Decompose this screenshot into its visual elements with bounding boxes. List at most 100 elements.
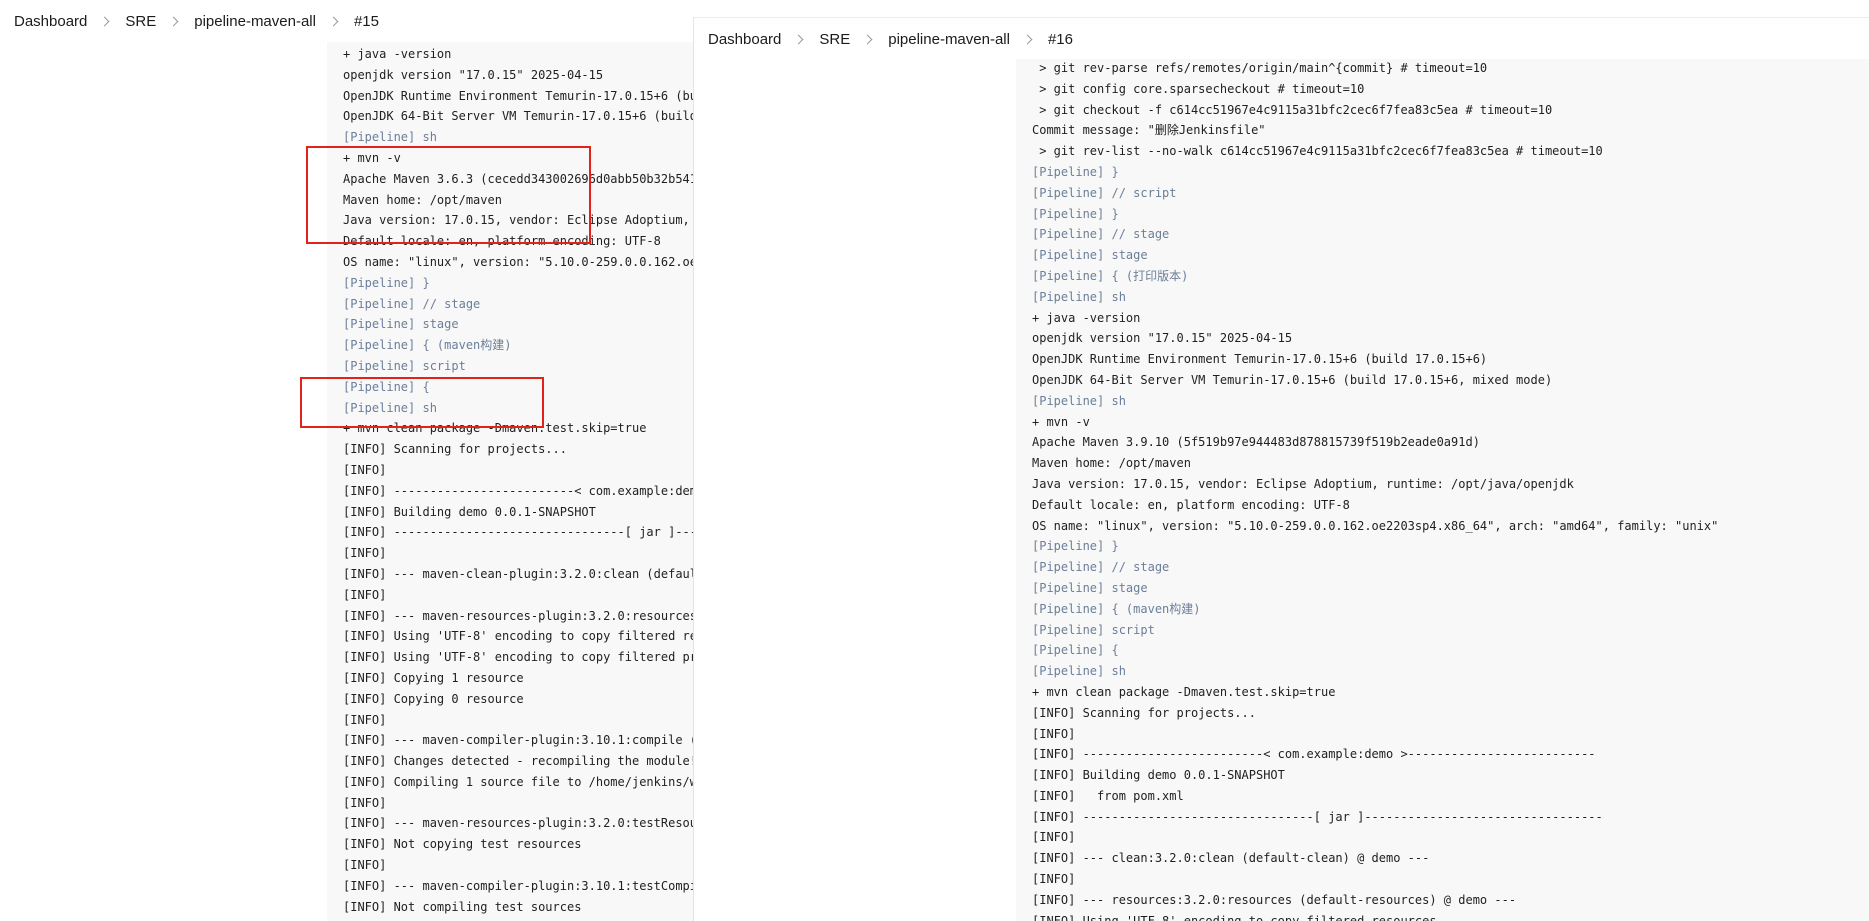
breadcrumb-build-number[interactable]: #16 — [1048, 31, 1073, 48]
console-log-line: > git rev-parse refs/remotes/origin/main… — [1032, 61, 1488, 75]
console-log-line: + mvn -v — [1032, 414, 1090, 429]
build-16-console-window: Dashboard SRE pipeline-maven-all #16 > g… — [693, 17, 1869, 921]
chevron-right-icon — [328, 16, 339, 26]
console-log-line: Java version: 17.0.15, vendor: Eclipse A… — [343, 213, 693, 228]
console-log-line: openjdk version "17.0.15" 2025-04-15 — [1032, 331, 1293, 346]
pipeline-log-line: [Pipeline] // script — [1032, 185, 1177, 200]
console-output-area: > git rev-parse refs/remotes/origin/main… — [1016, 59, 1869, 921]
console-log-line: [INFO] Not copying test resources — [343, 837, 582, 852]
console-log-line: Maven home: /opt/maven — [1032, 456, 1191, 471]
console-log-line: [INFO] -------------------------< com.ex… — [343, 483, 693, 498]
console-log-line: OpenJDK 64-Bit Server VM Temurin-17.0.15… — [343, 109, 693, 124]
side-panel — [0, 42, 327, 921]
console-log-line: [INFO] Using 'UTF-8' encoding to copy fi… — [343, 650, 693, 665]
pipeline-log-line: [Pipeline] script — [343, 358, 466, 373]
console-log-line: + mvn clean package -Dmaven.test.skip=tr… — [1032, 684, 1336, 699]
console-log-line: [INFO] Using 'UTF-8' encoding to copy fi… — [1032, 913, 1444, 921]
console-output: + java -version openjdk version "17.0.15"… — [343, 44, 693, 917]
console-log-line: [INFO] — [1032, 872, 1076, 887]
console-log-line: Maven home: /opt/maven — [343, 192, 502, 207]
console-log-line: Apache Maven 3.9.10 (5f519b97e944483d878… — [1032, 435, 1480, 450]
pipeline-log-line: [Pipeline] } — [343, 275, 430, 290]
pipeline-log-line: [Pipeline] { (打印版本) — [1032, 268, 1189, 283]
pipeline-log-line: [Pipeline] } — [1032, 539, 1119, 554]
console-log-line: [INFO] — [343, 712, 387, 727]
build-15-console-window: Dashboard SRE pipeline-maven-all #15 + j… — [0, 0, 693, 921]
pipeline-log-line: [Pipeline] { — [343, 379, 430, 394]
breadcrumb-job[interactable]: pipeline-maven-all — [194, 13, 316, 30]
console-log-line: [INFO] — [343, 462, 387, 477]
console-log-line: [INFO] Building demo 0.0.1-SNAPSHOT — [1032, 768, 1285, 783]
console-log-line: [INFO] Copying 0 resource — [343, 691, 524, 706]
pipeline-log-line: [Pipeline] script — [1032, 622, 1155, 637]
breadcrumb-dashboard[interactable]: Dashboard — [14, 13, 87, 30]
console-log-line: Apache Maven 3.6.3 (cecedd343002696d0abb… — [343, 171, 693, 186]
console-log-line: [INFO] Scanning for projects... — [343, 442, 567, 457]
pipeline-log-line: [Pipeline] sh — [1032, 393, 1126, 408]
console-log-line: > git checkout -f c614cc51967e4c9115a31b… — [1032, 102, 1553, 117]
console-log-line: OpenJDK Runtime Environment Temurin-17.0… — [343, 88, 693, 103]
pipeline-log-line: [Pipeline] sh — [1032, 289, 1126, 304]
console-log-line: [INFO] Changes detected - recompiling th… — [343, 754, 693, 769]
pipeline-log-line: [Pipeline] stage — [1032, 248, 1148, 263]
pipeline-log-line: [Pipeline] stage — [343, 317, 459, 332]
console-log-line: OpenJDK Runtime Environment Temurin-17.0… — [1032, 352, 1488, 367]
pipeline-log-line: [Pipeline] { (maven构建) — [343, 338, 512, 353]
console-log-line: [INFO] --- maven-clean-plugin:3.2.0:clea… — [343, 566, 693, 581]
console-log-line: [INFO] from pom.xml — [1032, 788, 1184, 803]
pipeline-log-line: [Pipeline] // stage — [1032, 560, 1170, 575]
pipeline-log-line: [Pipeline] sh — [343, 130, 437, 145]
console-log-line: [INFO] --- maven-resources-plugin:3.2.0:… — [343, 608, 693, 623]
console-log-line: Default locale: en, platform encoding: U… — [1032, 497, 1350, 512]
console-log-line: [INFO] --- maven-resources-plugin:3.2.0:… — [343, 816, 693, 831]
console-log-line: [INFO] -------------------------< com.ex… — [1032, 747, 1596, 762]
breadcrumb: Dashboard SRE pipeline-maven-all #15 — [0, 0, 693, 42]
console-log-line: OS name: "linux", version: "5.10.0-259.0… — [343, 254, 693, 269]
breadcrumb-build-number[interactable]: #15 — [354, 13, 379, 30]
console-output: > git rev-parse refs/remotes/origin/main… — [1032, 58, 1718, 921]
console-log-line: Java version: 17.0.15, vendor: Eclipse A… — [1032, 476, 1574, 491]
console-log-line: OpenJDK 64-Bit Server VM Temurin-17.0.15… — [1032, 372, 1553, 387]
console-log-line: [INFO] --- clean:3.2.0:clean (default-cl… — [1032, 851, 1430, 866]
pipeline-log-line: [Pipeline] } — [1032, 164, 1119, 179]
console-log-line: openjdk version "17.0.15" 2025-04-15 — [343, 67, 604, 82]
console-log-line: > git rev-list --no-walk c614cc51967e4c9… — [1032, 144, 1603, 159]
console-log-line: + mvn clean package -Dmaven.test.skip=tr… — [343, 421, 647, 436]
breadcrumb-folder-sre[interactable]: SRE — [819, 31, 850, 48]
console-log-line: Default locale: en, platform encoding: U… — [343, 234, 661, 249]
pipeline-log-line: [Pipeline] // stage — [343, 296, 481, 311]
breadcrumb: Dashboard SRE pipeline-maven-all #16 — [694, 17, 1869, 60]
breadcrumb-job[interactable]: pipeline-maven-all — [888, 31, 1010, 48]
console-log-line: + java -version — [1032, 310, 1141, 325]
breadcrumb-dashboard[interactable]: Dashboard — [708, 31, 781, 48]
console-log-line: [INFO] — [343, 858, 387, 873]
console-log-line: > git config core.sparsecheckout # timeo… — [1032, 81, 1365, 96]
pipeline-log-line: [Pipeline] // stage — [1032, 227, 1170, 242]
pipeline-log-line: [Pipeline] stage — [1032, 580, 1148, 595]
console-log-line: [INFO] --- resources:3.2.0:resources (de… — [1032, 892, 1517, 907]
chevron-right-icon — [99, 16, 110, 26]
console-log-line: [INFO] — [1032, 726, 1076, 741]
console-log-line: [INFO] Using 'UTF-8' encoding to copy fi… — [343, 629, 693, 644]
pipeline-log-line: [Pipeline] sh — [1032, 664, 1126, 679]
pipeline-log-line: [Pipeline] } — [1032, 206, 1119, 221]
chevron-right-icon — [1022, 34, 1033, 44]
chevron-right-icon — [793, 34, 804, 44]
console-log-line: [INFO] --------------------------------[… — [1032, 809, 1603, 824]
console-log-line: Commit message: "删除Jenkinsfile" — [1032, 123, 1266, 138]
console-log-line: [INFO] Not compiling test sources — [343, 899, 582, 914]
console-log-line: [INFO] --- maven-compiler-plugin:3.10.1:… — [343, 878, 693, 893]
console-log-line: [INFO] — [343, 795, 387, 810]
console-log-line: [INFO] Copying 1 resource — [343, 670, 524, 685]
chevron-right-icon — [862, 34, 873, 44]
chevron-right-icon — [168, 16, 179, 26]
breadcrumb-folder-sre[interactable]: SRE — [125, 13, 156, 30]
console-log-line: [INFO] — [1032, 830, 1076, 845]
console-log-line: [INFO] --------------------------------[… — [343, 525, 693, 540]
console-log-line: [INFO] — [343, 546, 387, 561]
console-log-line: [INFO] Scanning for projects... — [1032, 705, 1256, 720]
pipeline-log-line: [Pipeline] { — [1032, 643, 1119, 658]
pipeline-log-line: [Pipeline] { (maven构建) — [1032, 601, 1201, 616]
console-log-line: [INFO] — [343, 587, 387, 602]
console-log-line: [INFO] --- maven-compiler-plugin:3.10.1:… — [343, 733, 693, 748]
